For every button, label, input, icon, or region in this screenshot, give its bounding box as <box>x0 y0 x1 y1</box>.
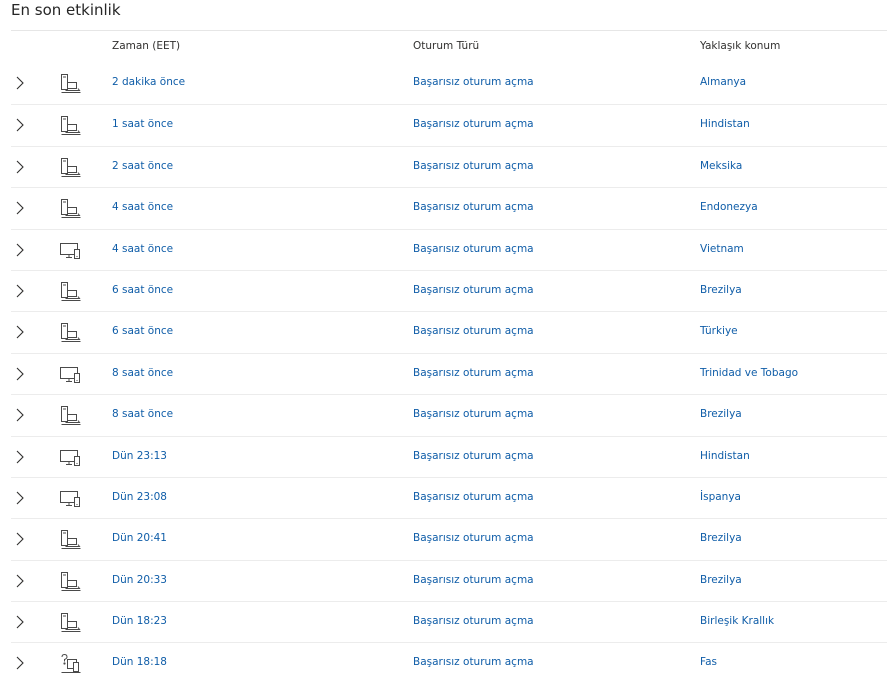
session-type-link[interactable]: Başarısız oturum açma <box>413 76 534 88</box>
table-header: Zaman (EET) Oturum Türü Yaklaşık konum <box>11 31 887 63</box>
session-type-link[interactable]: Başarısız oturum açma <box>413 367 534 379</box>
table-row[interactable]: 4 saat önce Başarısız oturum açma Endonezy… <box>11 187 887 228</box>
table-row[interactable]: 6 saat önce Başarısız oturum açma Brezilya <box>11 269 887 311</box>
chevron-right-icon[interactable] <box>13 407 27 423</box>
session-type-link[interactable]: Başarısız oturum açma <box>413 325 534 337</box>
time-link[interactable]: Dün 20:41 <box>112 532 167 544</box>
table-row[interactable]: Dün 23:08 Başarısız oturum açma İspanya <box>11 476 887 518</box>
desktop-laptop-icon <box>59 198 83 220</box>
location-link[interactable]: Trinidad ve Tobago <box>700 367 798 379</box>
table-row[interactable]: 8 saat önce Başarısız oturum açma Brezilya <box>11 394 887 435</box>
chevron-right-icon[interactable] <box>13 614 27 630</box>
session-type-link[interactable]: Başarısız oturum açma <box>413 160 534 172</box>
time-link[interactable]: 2 dakika önce <box>112 76 185 88</box>
desktop-laptop-icon <box>59 612 83 634</box>
header-location: Yaklaşık konum <box>700 40 781 52</box>
time-link[interactable]: Dün 20:33 <box>112 574 167 586</box>
table-row[interactable]: 2 dakika önce Başarısız oturum açma Almany… <box>11 63 887 104</box>
time-link[interactable]: 6 saat önce <box>112 325 173 337</box>
time-link[interactable]: 8 saat önce <box>112 367 173 379</box>
time-link[interactable]: Dün 18:23 <box>112 615 167 627</box>
location-link[interactable]: Brezilya <box>700 574 742 586</box>
location-link[interactable]: Brezilya <box>700 532 742 544</box>
location-link[interactable]: Brezilya <box>700 408 742 420</box>
chevron-right-icon[interactable] <box>13 242 27 258</box>
session-type-link[interactable]: Başarısız oturum açma <box>413 118 534 130</box>
desktop-laptop-icon <box>59 281 83 303</box>
table-row[interactable]: Dün 23:13 Başarısız oturum açma Hindistan <box>11 435 887 477</box>
table-row[interactable]: 4 saat önce Başarısız oturum açma Vietnam <box>11 228 887 270</box>
table-row[interactable]: 2 saat önce Başarısız oturum açma Meksika <box>11 145 887 187</box>
table-row[interactable]: 8 saat önce Başarısız oturum açma Trinidad… <box>11 352 887 394</box>
session-type-link[interactable]: Başarısız oturum açma <box>413 408 534 420</box>
time-link[interactable]: 6 saat önce <box>112 284 173 296</box>
chevron-right-icon[interactable] <box>13 75 27 91</box>
session-type-link[interactable]: Başarısız oturum açma <box>413 574 534 586</box>
chevron-right-icon[interactable] <box>13 117 27 133</box>
table-row[interactable]: Dün 18:23 Başarısız oturum açma Birleşik K… <box>11 601 887 642</box>
monitor-phone-icon <box>59 240 83 262</box>
chevron-right-icon[interactable] <box>13 490 27 506</box>
session-type-link[interactable]: Başarısız oturum açma <box>413 615 534 627</box>
location-link[interactable]: Türkiye <box>700 325 738 337</box>
table-row[interactable]: 1 saat önce Başarısız oturum açma Hindista… <box>11 104 887 145</box>
desktop-laptop-icon <box>59 405 83 427</box>
desktop-laptop-icon <box>59 157 83 179</box>
table-body: 2 dakika önce Başarısız oturum açma Almany… <box>11 63 887 684</box>
location-link[interactable]: Birleşik Krallık <box>700 615 774 627</box>
location-link[interactable]: Fas <box>700 656 717 668</box>
time-link[interactable]: Dün 23:13 <box>112 450 167 462</box>
monitor-phone-icon <box>59 488 83 510</box>
chevron-right-icon[interactable] <box>13 366 27 382</box>
chevron-right-icon[interactable] <box>13 449 27 465</box>
desktop-laptop-icon <box>59 73 83 95</box>
header-session-type: Oturum Türü <box>413 40 480 52</box>
location-link[interactable]: Hindistan <box>700 450 750 462</box>
desktop-laptop-icon <box>59 529 83 551</box>
chevron-right-icon[interactable] <box>13 573 27 589</box>
chevron-right-icon[interactable] <box>13 283 27 299</box>
time-link[interactable]: 2 saat önce <box>112 160 173 172</box>
location-link[interactable]: Endonezya <box>700 201 758 213</box>
table-row[interactable]: Dün 20:41 Başarısız oturum açma Brezilya <box>11 518 887 559</box>
chevron-right-icon[interactable] <box>13 200 27 216</box>
chevron-right-icon[interactable] <box>13 655 27 671</box>
header-time: Zaman (EET) <box>112 40 181 52</box>
desktop-laptop-icon <box>59 571 83 593</box>
unknown-device-icon <box>59 653 83 675</box>
time-link[interactable]: Dün 23:08 <box>112 491 167 503</box>
activity-table: Zaman (EET) Oturum Türü Yaklaşık konum 2… <box>11 30 887 684</box>
monitor-phone-icon <box>59 447 83 469</box>
chevron-right-icon[interactable] <box>13 159 27 175</box>
session-type-link[interactable]: Başarısız oturum açma <box>413 491 534 503</box>
location-link[interactable]: Meksika <box>700 160 742 172</box>
table-row[interactable]: Dün 18:18 Başarısız oturum açma Fas <box>11 642 887 683</box>
time-link[interactable]: 4 saat önce <box>112 201 173 213</box>
chevron-right-icon[interactable] <box>13 531 27 547</box>
desktop-laptop-icon <box>59 115 83 137</box>
time-link[interactable]: 8 saat önce <box>112 408 173 420</box>
location-link[interactable]: Hindistan <box>700 118 750 130</box>
location-link[interactable]: Vietnam <box>700 243 744 255</box>
location-link[interactable]: Brezilya <box>700 284 742 296</box>
session-type-link[interactable]: Başarısız oturum açma <box>413 284 534 296</box>
time-link[interactable]: 4 saat önce <box>112 243 173 255</box>
location-link[interactable]: İspanya <box>700 491 741 503</box>
table-row[interactable]: Dün 20:33 Başarısız oturum açma Brezilya <box>11 559 887 601</box>
time-link[interactable]: 1 saat önce <box>112 118 173 130</box>
session-type-link[interactable]: Başarısız oturum açma <box>413 656 534 668</box>
desktop-laptop-icon <box>59 322 83 344</box>
location-link[interactable]: Almanya <box>700 76 746 88</box>
session-type-link[interactable]: Başarısız oturum açma <box>413 532 534 544</box>
page-title: En son etkinlik <box>11 1 121 19</box>
session-type-link[interactable]: Başarısız oturum açma <box>413 201 534 213</box>
table-row[interactable]: 6 saat önce Başarısız oturum açma Türkiye <box>11 311 887 352</box>
session-type-link[interactable]: Başarısız oturum açma <box>413 450 534 462</box>
time-link[interactable]: Dün 18:18 <box>112 656 167 668</box>
monitor-phone-icon <box>59 364 83 386</box>
session-type-link[interactable]: Başarısız oturum açma <box>413 243 534 255</box>
chevron-right-icon[interactable] <box>13 324 27 340</box>
